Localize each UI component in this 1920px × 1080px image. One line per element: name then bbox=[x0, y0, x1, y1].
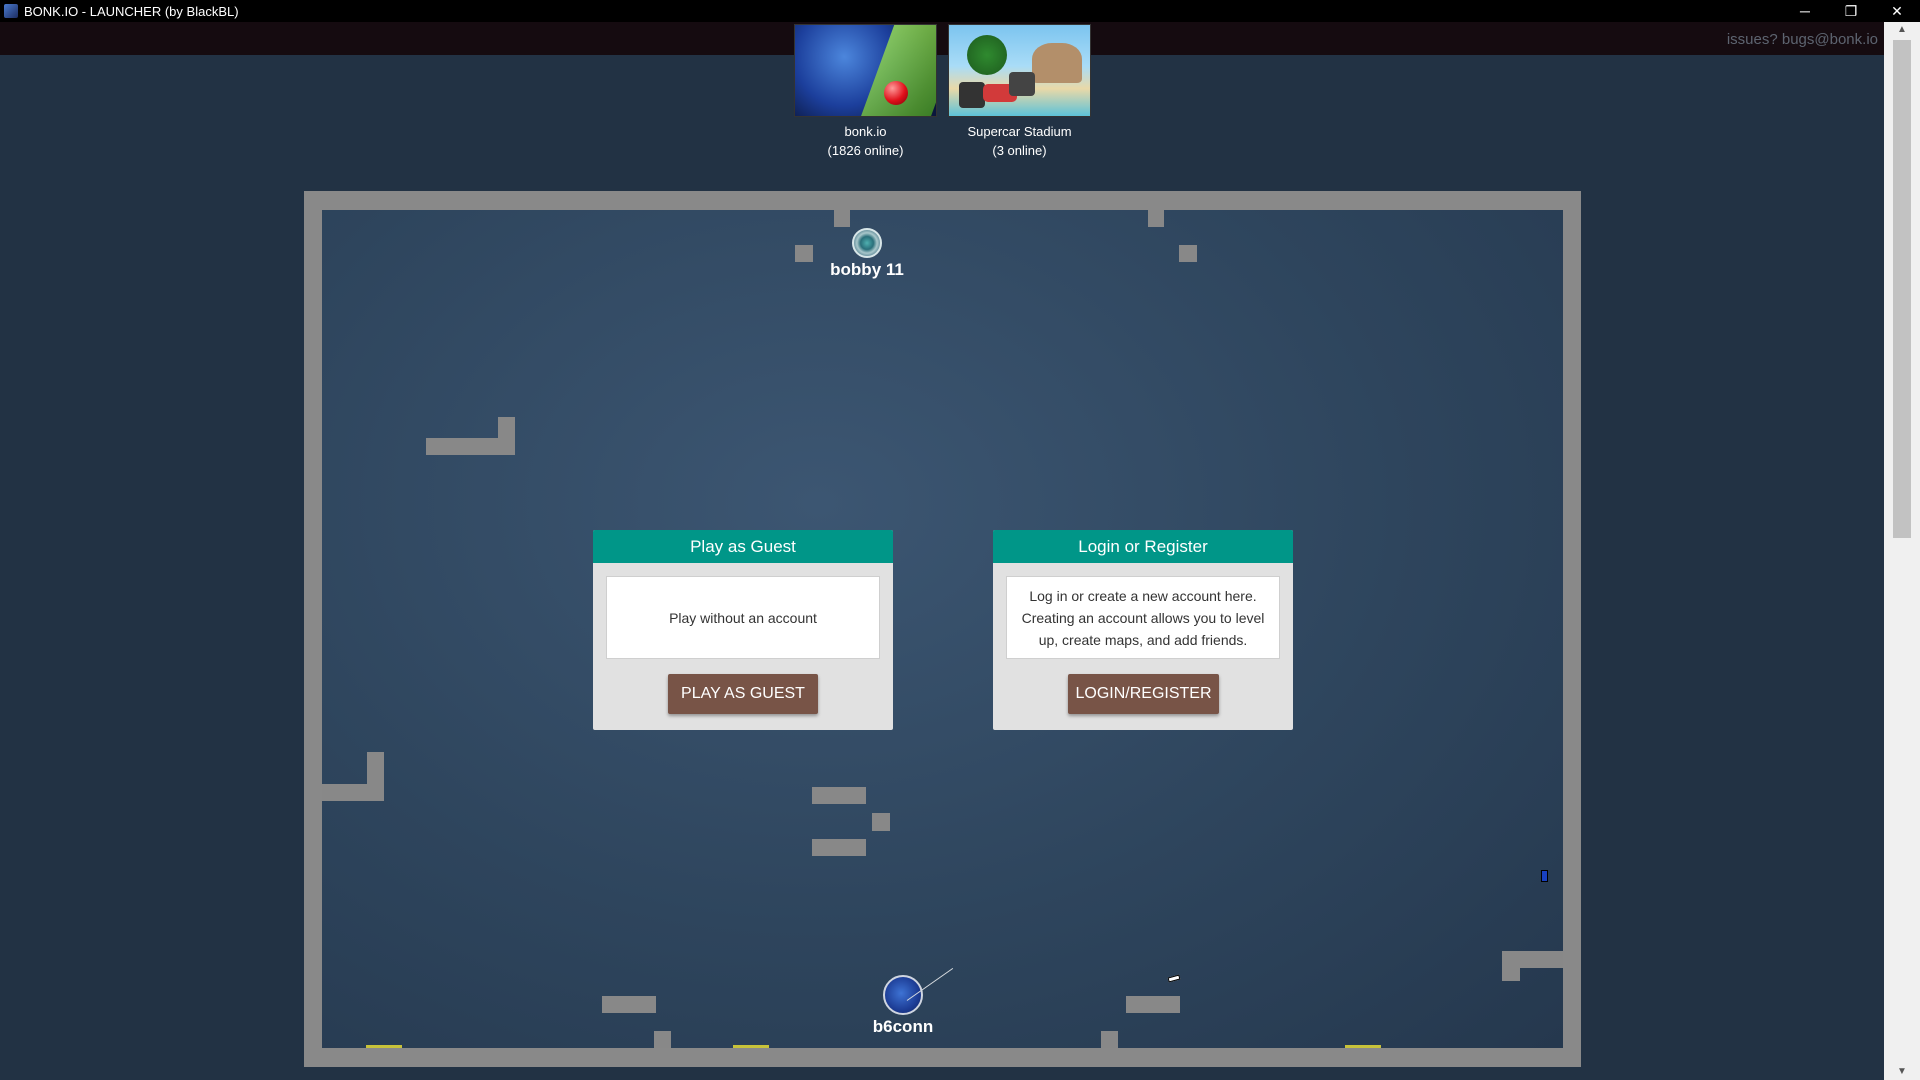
game-selector: bonk.io (1826 online) Supercar Stadium (… bbox=[0, 24, 1884, 164]
arena-platform bbox=[1148, 210, 1164, 227]
game-tile-bonk[interactable]: bonk.io (1826 online) bbox=[793, 24, 938, 160]
game-online-count: (3 online) bbox=[992, 143, 1047, 158]
restore-button[interactable]: ❐ bbox=[1828, 0, 1874, 22]
arena-platform bbox=[602, 996, 656, 1013]
arena-platform bbox=[654, 1031, 671, 1048]
window-title: BONK.IO - LAUNCHER (by BlackBL) bbox=[24, 3, 239, 19]
arena-platform bbox=[795, 245, 813, 262]
player-name: b6conn bbox=[872, 1017, 934, 1036]
arena-platform bbox=[812, 839, 866, 856]
scroll-down-icon[interactable]: ▼ bbox=[1884, 1064, 1920, 1080]
bonk-thumbnail[interactable] bbox=[794, 24, 937, 117]
game-name: bonk.io bbox=[844, 124, 887, 139]
arena-item bbox=[1541, 870, 1548, 882]
minimize-button[interactable]: ─ bbox=[1782, 0, 1828, 22]
supercar-thumbnail[interactable] bbox=[948, 24, 1091, 117]
login-register-button[interactable]: LOGIN/REGISTER bbox=[1068, 674, 1219, 714]
arena-platform bbox=[834, 210, 850, 227]
bounce-pad bbox=[366, 1045, 402, 1048]
arena-platform bbox=[1126, 996, 1180, 1013]
arena-platform bbox=[812, 787, 866, 804]
arena-platform bbox=[872, 813, 890, 831]
scroll-up-icon[interactable]: ▲ bbox=[1884, 22, 1920, 38]
player-b6conn: b6conn bbox=[848, 975, 958, 1037]
bounce-pad bbox=[733, 1045, 769, 1048]
arena-platform bbox=[1101, 1031, 1118, 1048]
login-card: Login or Register Log in or create a new… bbox=[993, 530, 1293, 730]
supercar-thumbnail-car bbox=[959, 82, 985, 108]
arena-item bbox=[1167, 974, 1181, 983]
arena-platform bbox=[498, 417, 515, 455]
game-tile-supercar[interactable]: Supercar Stadium (3 online) bbox=[947, 24, 1092, 160]
player-ball-icon bbox=[852, 228, 882, 258]
close-button[interactable]: ✕ bbox=[1874, 0, 1920, 22]
player-ball-icon bbox=[883, 975, 923, 1015]
supercar-thumbnail-car bbox=[1009, 72, 1035, 96]
game-name: Supercar Stadium bbox=[967, 124, 1072, 139]
supercar-thumbnail-rock bbox=[1032, 43, 1082, 83]
supercar-thumbnail-palm bbox=[967, 35, 1007, 75]
arena-platform bbox=[1179, 245, 1197, 262]
guest-card-description: Play without an account bbox=[606, 576, 880, 659]
login-card-title: Login or Register bbox=[993, 530, 1293, 563]
window-title-bar: BONK.IO - LAUNCHER (by BlackBL) ─ ❐ ✕ bbox=[0, 0, 1920, 22]
arena-platform bbox=[1502, 951, 1520, 981]
login-card-description: Log in or create a new account here. Cre… bbox=[1006, 576, 1280, 659]
app-icon bbox=[4, 4, 18, 18]
page-scrollbar[interactable]: ▲ ▼ bbox=[1884, 22, 1920, 1080]
scrollbar-thumb[interactable] bbox=[1893, 40, 1911, 538]
arena-platform bbox=[367, 752, 384, 801]
game-arena: bobby 11 b6conn bbox=[304, 191, 1581, 1067]
player-bobby: bobby 11 bbox=[812, 228, 922, 280]
arena-field: bobby 11 b6conn bbox=[322, 210, 1563, 1048]
play-as-guest-button[interactable]: PLAY AS GUEST bbox=[668, 674, 818, 714]
bounce-pad bbox=[1345, 1045, 1381, 1048]
guest-card-title: Play as Guest bbox=[593, 530, 893, 563]
guest-card: Play as Guest Play without an account PL… bbox=[593, 530, 893, 730]
window-controls: ─ ❐ ✕ bbox=[1782, 0, 1920, 22]
game-online-count: (1826 online) bbox=[827, 143, 904, 158]
bonk-thumbnail-ball bbox=[884, 81, 908, 105]
player-name: bobby 11 bbox=[830, 260, 904, 279]
